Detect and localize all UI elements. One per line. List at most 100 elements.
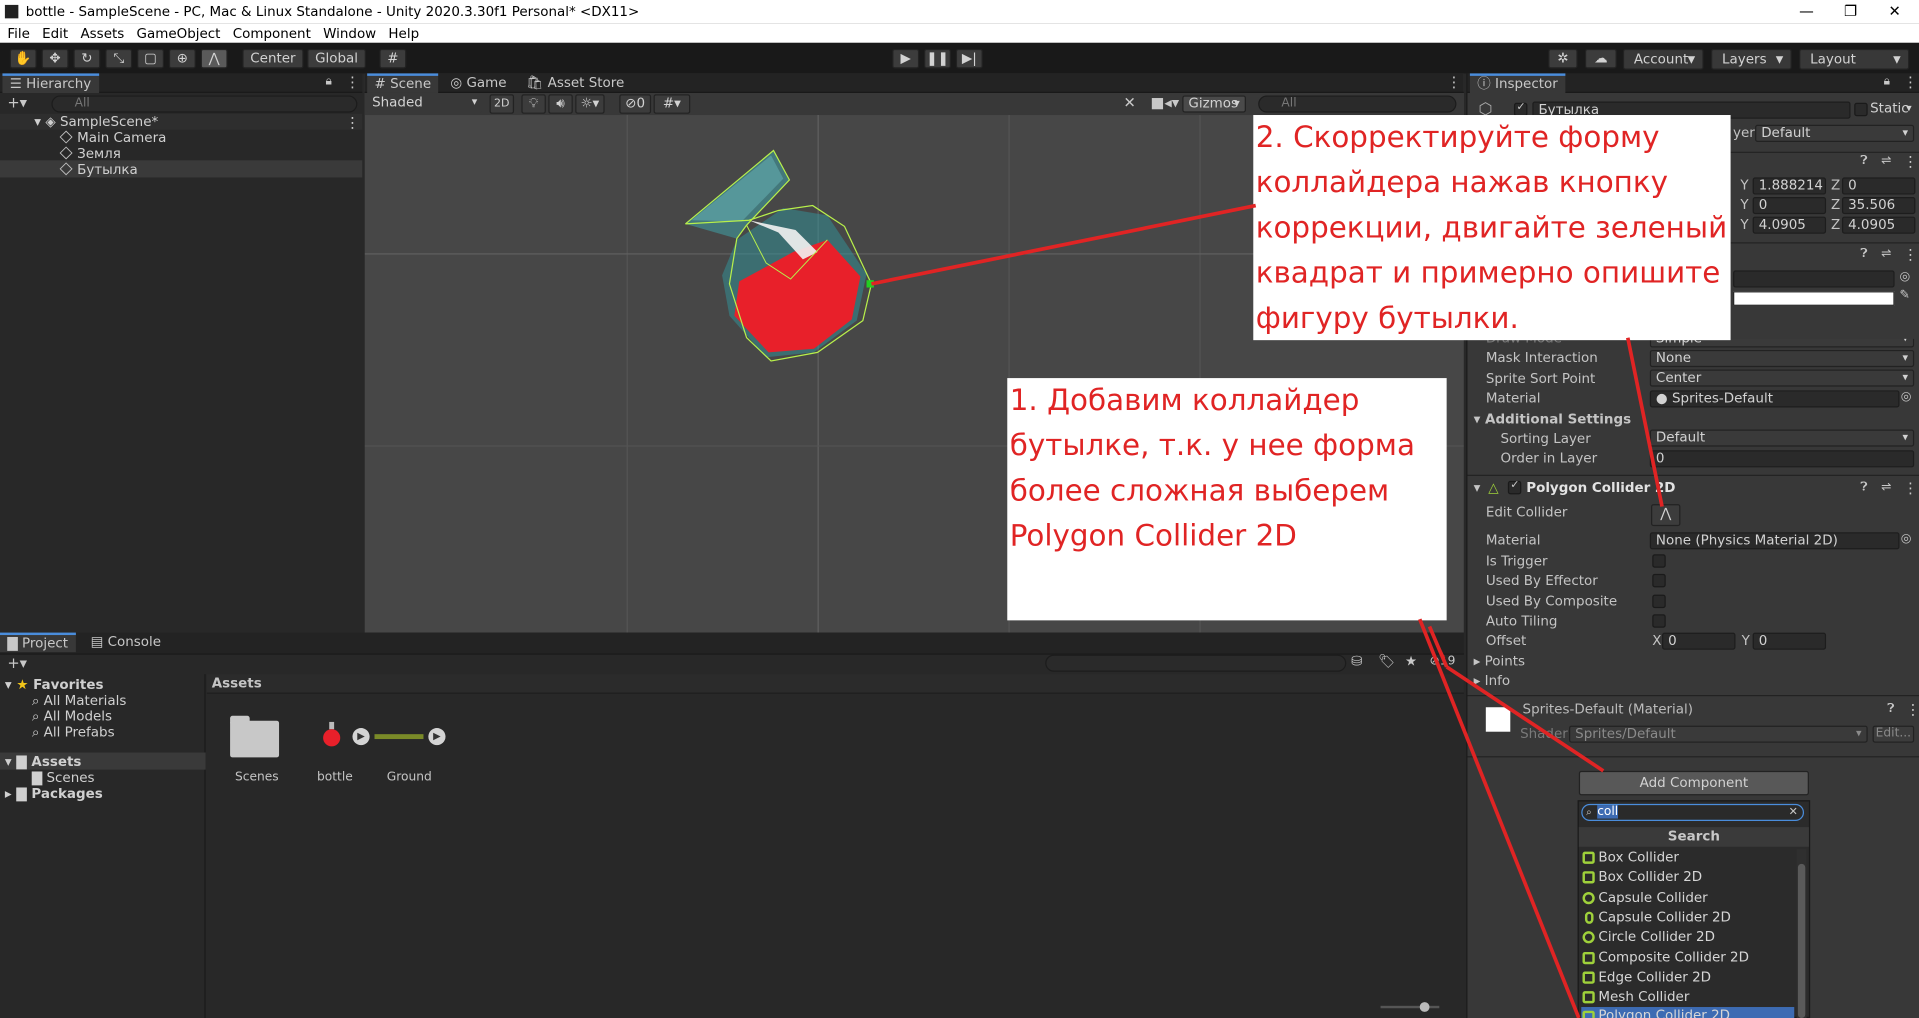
order-in-layer-field[interactable]: 0 — [1649, 450, 1915, 468]
scale-tool-button[interactable]: ⤡ — [105, 48, 133, 69]
object-picker-icon[interactable]: ◎ — [1901, 390, 1912, 403]
tab-game[interactable]: ◎ Game — [443, 73, 514, 93]
rect-tool-button[interactable]: ▢ — [137, 48, 165, 69]
grid-snap-button[interactable]: # — [379, 48, 407, 69]
component-polygon-collider-2d[interactable]: Polygon Collider 2D — [1581, 1007, 1795, 1018]
favorite-all-prefabs[interactable]: ⌕ All Prefabs — [32, 724, 115, 740]
breadcrumb-assets[interactable]: Assets — [212, 675, 262, 692]
help-icon[interactable]: ❓︎ — [1860, 247, 1867, 260]
pivot-mode-button[interactable]: Center — [242, 48, 304, 69]
tab-project[interactable]: ▇ Project — [0, 632, 76, 653]
help-icon[interactable]: ❓︎ — [1860, 481, 1867, 494]
hierarchy-item-main-camera[interactable]: Main Camera — [59, 130, 166, 146]
play-button[interactable]: ▶ — [892, 48, 920, 69]
restore-button[interactable]: ❐ — [1829, 0, 1873, 23]
additional-settings-foldout[interactable]: ▾ Additional Settings — [1474, 411, 1632, 428]
tab-console[interactable]: ▤ Console — [83, 633, 168, 653]
gizmos-dropdown[interactable]: Gizmos — [1182, 95, 1246, 113]
assets-folder[interactable]: ▾ ▇ Assets — [5, 754, 82, 770]
hidden-packages-count[interactable]: ⊘19 — [1430, 655, 1456, 668]
add-component-button[interactable]: Add Component — [1578, 770, 1809, 796]
effects-dropdown[interactable]: ☼▾ — [575, 94, 605, 114]
more-menu-icon[interactable]: ⋮ — [1903, 73, 1918, 90]
eyedropper-icon[interactable]: ✎ — [1899, 289, 1909, 302]
points-foldout[interactable]: ▸ Points — [1474, 653, 1525, 670]
preset-icon[interactable]: ⇌ — [1881, 154, 1891, 167]
custom-tool-button[interactable]: ⋀ — [200, 48, 228, 69]
cloud-button[interactable]: ☁ — [1584, 48, 1617, 69]
offset-y-field[interactable]: 0 — [1752, 632, 1827, 650]
collider-enabled-checkbox[interactable]: ✓ — [1507, 480, 1522, 495]
component-box-collider[interactable]: Box Collider — [1581, 848, 1794, 868]
tab-scene[interactable]: # Scene — [367, 73, 439, 93]
menu-assets[interactable]: Assets — [80, 25, 124, 41]
hierarchy-item-ground[interactable]: Земля — [59, 146, 121, 162]
account-dropdown[interactable]: Account ▼ — [1622, 48, 1704, 70]
audio-toggle[interactable]: 🔊︎ — [548, 94, 573, 114]
asset-bottle[interactable] — [321, 721, 343, 748]
component-menu-icon[interactable]: ⋮ — [1903, 246, 1918, 263]
scene-search-input[interactable]: All — [1258, 95, 1457, 113]
sorting-layer-dropdown[interactable]: Default — [1649, 429, 1915, 447]
rotation-z-field[interactable]: 35.506 — [1841, 196, 1916, 215]
hand-tool-button[interactable]: ✋ — [9, 48, 37, 69]
menu-component[interactable]: Component — [233, 25, 311, 41]
zoom-slider-thumb[interactable] — [1419, 1002, 1430, 1012]
color-swatch[interactable] — [1733, 291, 1895, 306]
menu-edit[interactable]: Edit — [42, 25, 68, 41]
tab-asset-store[interactable]: 🛍︎ Asset Store — [519, 73, 632, 93]
camera-icon[interactable]: ■◂▾ — [1150, 94, 1179, 111]
rotation-y-field[interactable]: 0 — [1752, 196, 1827, 215]
component-capsule-collider[interactable]: Capsule Collider — [1581, 888, 1794, 908]
hierarchy-item-bottle[interactable]: Бутылка — [59, 162, 138, 177]
scale-y-field[interactable]: 4.0905 — [1752, 216, 1827, 234]
grid-toggle[interactable]: #▾ — [653, 94, 691, 114]
minimize-button[interactable]: — — [1784, 0, 1828, 23]
transform-tool-button[interactable]: ⊕ — [168, 48, 196, 69]
filter-by-label-icon[interactable]: 🏷︎ — [1378, 653, 1395, 669]
filter-by-type-icon[interactable]: ⛁ — [1351, 653, 1362, 669]
component-menu-icon[interactable]: ⋮ — [1903, 480, 1918, 497]
component-composite-collider-2d[interactable]: Composite Collider 2D — [1581, 948, 1794, 968]
tools-icon[interactable]: ✕ — [1124, 94, 1136, 111]
help-icon[interactable]: ❓︎ — [1887, 702, 1894, 715]
lock-icon[interactable]: 🔒︎ — [1884, 75, 1891, 88]
create-asset-button[interactable]: +▾ — [7, 655, 27, 672]
tab-hierarchy[interactable]: ☰ Hierarchy — [2, 73, 99, 93]
menu-help[interactable]: Help — [388, 25, 419, 41]
more-menu-icon[interactable]: ⋮ — [1447, 73, 1462, 90]
is-trigger-checkbox[interactable] — [1652, 554, 1666, 568]
lighting-toggle[interactable]: 💡︎ — [521, 94, 546, 114]
collider-foldout-arrow[interactable]: ▾ — [1474, 480, 1481, 497]
shader-edit-button[interactable]: Edit... — [1872, 725, 1915, 743]
favorites-folder[interactable]: ▾ ★ Favorites — [5, 677, 104, 693]
sprite-sort-point-dropdown[interactable]: Center — [1649, 369, 1915, 387]
create-button[interactable]: +▾ — [7, 94, 27, 111]
offset-x-field[interactable]: 0 — [1662, 632, 1736, 650]
scene-menu-icon[interactable]: ⋮ — [345, 114, 360, 131]
layers-dropdown[interactable]: Layers ▼ — [1711, 48, 1792, 70]
sprite-field[interactable] — [1733, 270, 1895, 288]
component-mesh-collider[interactable]: Mesh Collider — [1581, 987, 1794, 1007]
physics-material-field[interactable]: None (Physics Material 2D) — [1649, 532, 1900, 550]
menu-window[interactable]: Window — [323, 25, 376, 41]
tab-inspector[interactable]: ⓘ Inspector — [1469, 73, 1566, 93]
shading-mode-dropdown[interactable]: Shaded — [367, 95, 483, 113]
favorite-star-icon[interactable]: ★ — [1405, 653, 1417, 669]
preset-icon[interactable]: ⇌ — [1881, 481, 1891, 494]
position-y-field[interactable]: 1.888214 — [1752, 177, 1827, 195]
lock-icon[interactable]: 🔒︎ — [326, 75, 333, 88]
scenes-folder[interactable]: ▇ Scenes — [32, 770, 95, 786]
static-dropdown[interactable]: Static — [1870, 101, 1917, 119]
hidden-objects-toggle[interactable]: ⊘0 — [619, 94, 652, 114]
component-search-input[interactable]: ⌕ coll ✕ — [1581, 803, 1805, 822]
shader-dropdown[interactable]: Sprites/Default — [1569, 725, 1868, 743]
used-by-effector-checkbox[interactable] — [1652, 573, 1666, 588]
component-box-collider-2d[interactable]: Box Collider 2D — [1581, 868, 1794, 888]
hierarchy-search-input[interactable]: All — [51, 95, 358, 113]
rotate-tool-button[interactable]: ↻ — [73, 48, 101, 69]
collab-button[interactable]: ✲ — [1548, 48, 1578, 69]
packages-folder[interactable]: ▸ ▇ Packages — [5, 786, 103, 802]
object-picker-icon[interactable]: ◎ — [1899, 270, 1910, 283]
zoom-slider[interactable] — [1380, 1005, 1440, 1009]
